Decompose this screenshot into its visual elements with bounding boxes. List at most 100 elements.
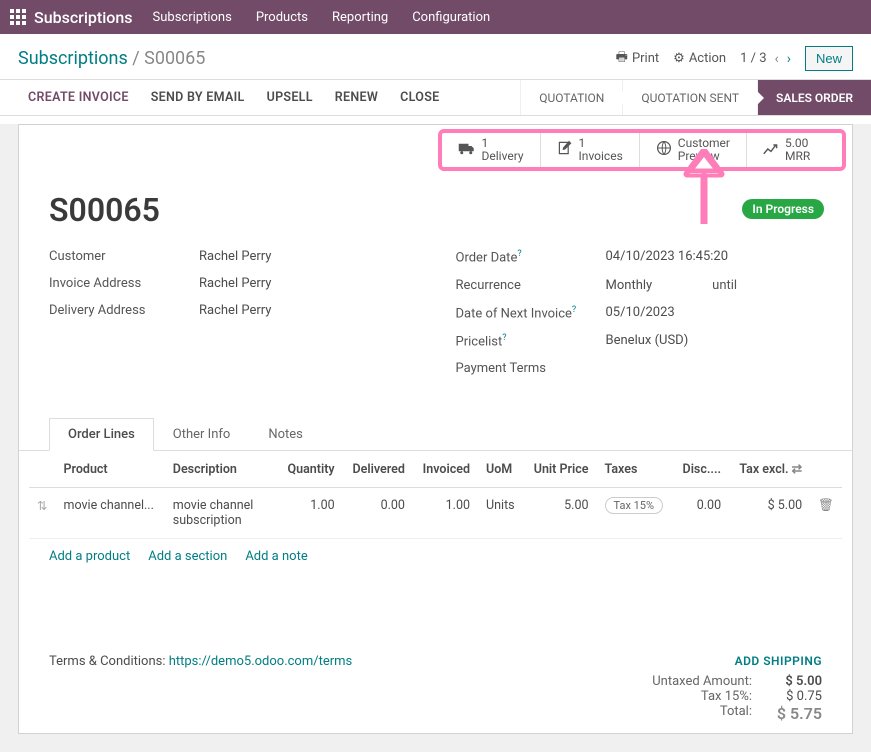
add-product-link[interactable]: Add a product <box>49 549 130 564</box>
help-icon[interactable]: ? <box>517 249 521 259</box>
invoice-address-value[interactable]: Rachel Perry <box>199 276 271 291</box>
pager-text: 1 / 3 <box>740 51 766 66</box>
total-amount: $ 5.75 <box>772 704 822 723</box>
add-shipping-button[interactable]: ADD SHIPPING <box>642 654 822 668</box>
tabs: Order Lines Other Info Notes <box>19 418 852 451</box>
crumb-current: S00065 <box>144 48 205 69</box>
col-product[interactable]: Product <box>55 451 164 488</box>
cell-delivered[interactable]: 0.00 <box>343 488 413 539</box>
upsell-button[interactable]: UPSELL <box>267 90 313 105</box>
menu-products[interactable]: Products <box>256 10 308 25</box>
pager-prev[interactable]: ‹ <box>775 51 779 67</box>
close-button[interactable]: CLOSE <box>400 90 439 105</box>
col-quantity[interactable]: Quantity <box>278 451 343 488</box>
truck-icon <box>458 141 476 160</box>
cell-taxexcl: $ 5.00 <box>729 488 810 539</box>
chart-line-icon <box>763 141 779 160</box>
record-title: S00065 <box>49 191 822 229</box>
status-quotation[interactable]: QUOTATION <box>520 80 622 115</box>
pager-next[interactable]: › <box>787 51 791 67</box>
tab-notes[interactable]: Notes <box>249 418 322 450</box>
payment-terms-label: Payment Terms <box>456 361 606 376</box>
send-email-button[interactable]: SEND BY EMAIL <box>151 90 245 105</box>
breadcrumb-toolbar: Subscriptions / S00065 🖶Print ⚙Action 1 … <box>0 34 871 79</box>
invoice-address-label: Invoice Address <box>49 276 199 291</box>
pricelist-label: Pricelist? <box>456 333 606 349</box>
menu-configuration[interactable]: Configuration <box>412 10 490 25</box>
pencil-square-icon <box>557 140 573 160</box>
action-row: CREATE INVOICE SEND BY EMAIL UPSELL RENE… <box>0 79 871 116</box>
menu-reporting[interactable]: Reporting <box>332 10 388 25</box>
customer-value[interactable]: Rachel Perry <box>199 249 271 264</box>
totals: ADD SHIPPING Untaxed Amount: $ 5.00 Tax 1… <box>642 654 822 723</box>
col-uom[interactable]: UoM <box>478 451 524 488</box>
renew-button[interactable]: RENEW <box>335 90 378 105</box>
total-label: Total: <box>642 704 752 723</box>
col-unit-price[interactable]: Unit Price <box>524 451 597 488</box>
gear-icon: ⚙ <box>673 51 685 66</box>
stat-delivery[interactable]: 1Delivery <box>442 133 541 167</box>
help-icon[interactable]: ? <box>572 305 576 315</box>
cell-uom[interactable]: Units <box>478 488 524 539</box>
print-button[interactable]: 🖶Print <box>616 48 659 70</box>
cell-invoiced[interactable]: 1.00 <box>413 488 478 539</box>
cell-tax[interactable]: Tax 15% <box>597 488 674 539</box>
delivery-address-label: Delivery Address <box>49 303 199 318</box>
globe-icon <box>656 140 672 160</box>
col-tax-excl[interactable]: Tax excl. ⇄ <box>729 451 810 488</box>
status-bar: QUOTATION QUOTATION SENT SALES ORDER <box>520 80 871 115</box>
crumb-sep: / <box>128 48 144 69</box>
recurrence-value[interactable]: Monthly <box>606 278 653 293</box>
new-button[interactable]: New <box>805 46 853 71</box>
stat-mrr[interactable]: 5.00MRR <box>747 133 842 167</box>
pricelist-value[interactable]: Benelux (USD) <box>606 333 689 349</box>
col-taxes[interactable]: Taxes <box>597 451 674 488</box>
app-name: Subscriptions <box>34 8 133 27</box>
untaxed-label: Untaxed Amount: <box>642 674 752 689</box>
next-invoice-value[interactable]: 05/10/2023 <box>606 305 675 321</box>
add-links: Add a product Add a section Add a note <box>19 539 852 594</box>
cell-disc[interactable]: 0.00 <box>673 488 729 539</box>
create-invoice-button[interactable]: CREATE INVOICE <box>28 90 129 105</box>
recurrence-until: until <box>712 278 737 293</box>
status-quotation-sent[interactable]: QUOTATION SENT <box>622 80 757 115</box>
stat-customer-preview[interactable]: CustomerPreview <box>640 133 747 167</box>
add-note-link[interactable]: Add a note <box>245 549 307 564</box>
help-icon[interactable]: ? <box>502 333 506 343</box>
print-icon: 🖶 <box>616 48 628 70</box>
cell-unit[interactable]: 5.00 <box>524 488 597 539</box>
tab-order-lines[interactable]: Order Lines <box>49 418 154 451</box>
stat-buttons: 1Delivery 1Invoices CustomerPreview <box>438 129 846 171</box>
cell-qty[interactable]: 1.00 <box>278 488 343 539</box>
col-disc[interactable]: Disc.... <box>673 451 729 488</box>
tax-row-label: Tax 15%: <box>642 689 752 704</box>
delivery-address-value[interactable]: Rachel Perry <box>199 303 271 318</box>
cell-description[interactable]: movie channel subscription <box>165 488 278 539</box>
order-date-label: Order Date? <box>456 249 606 265</box>
status-sales-order[interactable]: SALES ORDER <box>757 80 871 115</box>
untaxed-amount: $ 5.00 <box>772 674 822 689</box>
action-button[interactable]: ⚙Action <box>673 51 726 66</box>
menu-subscriptions[interactable]: Subscriptions <box>153 10 232 25</box>
tab-other-info[interactable]: Other Info <box>154 418 250 450</box>
customer-label: Customer <box>49 249 199 264</box>
stat-invoices[interactable]: 1Invoices <box>541 133 640 167</box>
tax-amount: $ 0.75 <box>772 689 822 704</box>
order-lines-table: Product Description Quantity Delivered I… <box>29 451 842 539</box>
add-section-link[interactable]: Add a section <box>148 549 227 564</box>
col-description[interactable]: Description <box>165 451 278 488</box>
col-invoiced[interactable]: Invoiced <box>413 451 478 488</box>
order-date-value[interactable]: 04/10/2023 16:45:20 <box>606 249 729 265</box>
settings-icon[interactable]: ⇄ <box>792 462 802 477</box>
form-sheet: 1Delivery 1Invoices CustomerPreview <box>18 124 853 734</box>
table-row[interactable]: ⇅ movie channel... movie channel subscri… <box>29 488 842 539</box>
drag-handle-icon[interactable]: ⇅ <box>29 488 55 539</box>
delete-row-icon[interactable]: 🗑 <box>810 488 842 539</box>
breadcrumb: Subscriptions / S00065 <box>18 48 205 69</box>
crumb-root[interactable]: Subscriptions <box>18 48 128 69</box>
topbar: Subscriptions Subscriptions Products Rep… <box>0 0 871 34</box>
apps-switcher[interactable]: Subscriptions <box>10 8 133 27</box>
cell-product[interactable]: movie channel... <box>55 488 164 539</box>
pager: 1 / 3 ‹ › <box>740 51 791 67</box>
col-delivered[interactable]: Delivered <box>343 451 413 488</box>
